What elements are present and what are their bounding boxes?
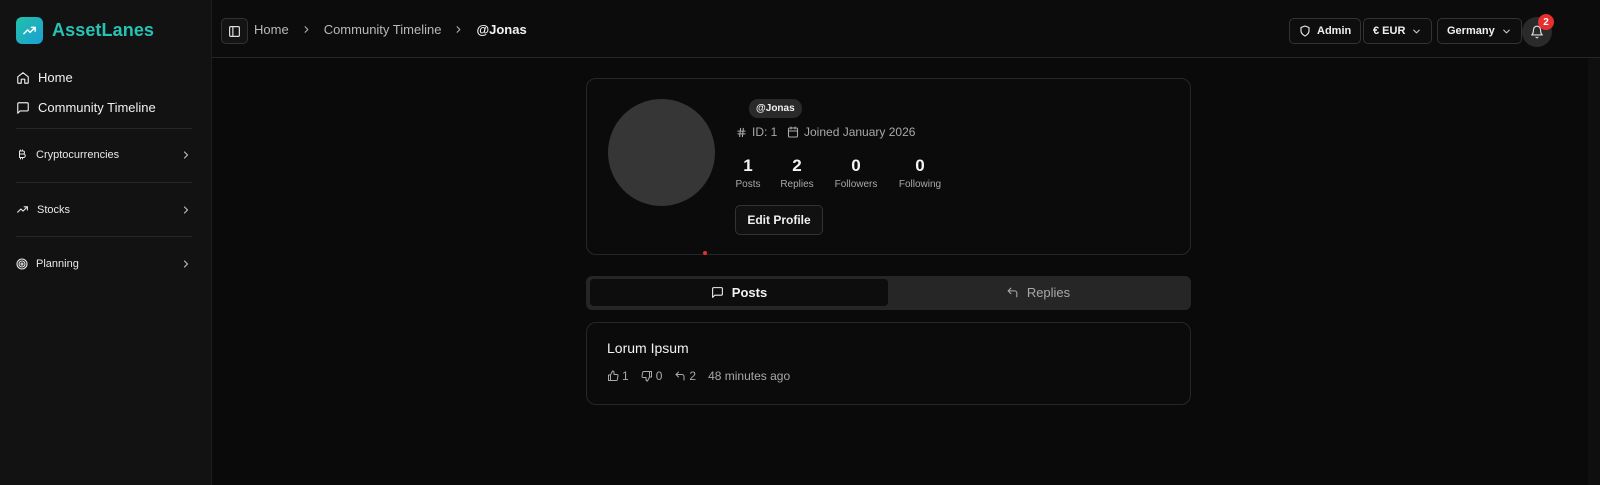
trending-up-icon	[16, 17, 43, 44]
stat-posts[interactable]: 1 Posts	[732, 156, 764, 190]
like-button[interactable]: 1	[607, 369, 629, 383]
bitcoin-icon	[19, 149, 26, 160]
scrollbar-track[interactable]	[1588, 58, 1600, 485]
divider	[16, 236, 192, 237]
sidebar-group-label: Stocks	[37, 203, 71, 216]
stat-label: Following	[898, 179, 942, 190]
breadcrumb: Home Community Timeline @Jonas	[254, 22, 527, 37]
post-title[interactable]: Lorum Ipsum	[607, 340, 689, 356]
home-icon	[17, 71, 29, 84]
joined-date: Joined January 2026	[787, 125, 915, 139]
sidebar: AssetLanes Home Community Timeline Crypt…	[0, 0, 212, 485]
status-dot	[703, 251, 707, 255]
content-tabs: Posts Replies	[586, 276, 1191, 310]
sidebar-item-home[interactable]: Home	[16, 70, 73, 85]
sidebar-group-label: Planning	[36, 258, 79, 270]
brand[interactable]: AssetLanes	[16, 17, 154, 44]
app: AssetLanes Home Community Timeline Crypt…	[0, 0, 1600, 485]
post-card[interactable]	[586, 322, 1191, 405]
calendar-icon	[787, 126, 799, 138]
avatar[interactable]	[608, 99, 715, 206]
chevron-right-icon	[183, 151, 189, 159]
trending-up-icon	[17, 206, 28, 213]
brand-name: AssetLanes	[52, 20, 155, 40]
stat-followers[interactable]: 0 Followers	[831, 156, 881, 190]
post-meta: 1 0 2 48 minutes ago	[607, 369, 790, 383]
country-select[interactable]: Germany	[1437, 18, 1522, 44]
chevron-right-icon	[183, 260, 189, 268]
notification-badge: 2	[1538, 14, 1554, 30]
sidebar-group-cryptocurrencies[interactable]: Cryptocurrencies	[16, 149, 192, 161]
thumbs-up-icon	[608, 370, 619, 381]
stat-label: Posts	[735, 179, 761, 190]
target-icon	[16, 258, 28, 270]
breadcrumb-current: @Jonas	[476, 22, 527, 37]
sidebar-item-community-timeline[interactable]: Community Timeline	[16, 100, 156, 115]
dislike-count: 0	[655, 369, 663, 383]
stat-value: 0	[851, 156, 861, 175]
user-id-text: ID: 1	[752, 125, 778, 139]
sidebar-toggle-button[interactable]	[221, 18, 248, 44]
user-id: ID: 1	[736, 125, 777, 139]
sidebar-group-label: Cryptocurrencies	[36, 149, 120, 161]
stat-label: Followers	[834, 179, 878, 190]
message-square-icon	[711, 287, 723, 298]
tab-label: Replies	[1026, 285, 1071, 300]
divider	[16, 128, 192, 129]
stat-value: 2	[792, 156, 802, 175]
tab-label: Posts	[731, 285, 768, 300]
chevron-down-icon	[1413, 29, 1421, 33]
breadcrumb-home[interactable]: Home	[254, 22, 289, 37]
stat-value: 0	[915, 156, 925, 175]
thumbs-down-icon	[641, 371, 652, 382]
sidebar-item-label: Community Timeline	[38, 100, 156, 115]
admin-button[interactable]: Admin	[1289, 18, 1362, 44]
country-value: Germany	[1447, 25, 1495, 37]
sidebar-item-label: Home	[38, 70, 73, 85]
reply-icon	[1007, 287, 1018, 298]
admin-label: Admin	[1317, 25, 1352, 37]
divider	[16, 182, 192, 183]
chevron-right-icon	[456, 26, 461, 33]
currency-select[interactable]: € EUR	[1363, 18, 1433, 44]
reply-button[interactable]: 2	[674, 369, 696, 383]
stat-value: 1	[743, 156, 753, 175]
hash-icon	[737, 127, 746, 137]
handle-badge: @Jonas	[749, 99, 802, 118]
stat-following[interactable]: 0 Following	[894, 156, 946, 190]
reply-count: 2	[689, 369, 697, 383]
chevron-right-icon	[183, 205, 189, 214]
post-timestamp: 48 minutes ago	[708, 369, 791, 383]
shield-icon	[1300, 25, 1310, 37]
chevron-right-icon	[304, 26, 309, 33]
reply-icon	[675, 371, 685, 381]
dislike-button[interactable]: 0	[641, 369, 663, 383]
stat-label: Replies	[780, 179, 814, 190]
tab-replies[interactable]: Replies	[889, 279, 1187, 306]
like-count: 1	[622, 369, 629, 383]
chevron-down-icon	[1502, 29, 1510, 33]
breadcrumb-community-timeline[interactable]: Community Timeline	[324, 22, 442, 37]
topbar: Home Community Timeline @Jonas Admin € E…	[212, 0, 1600, 58]
panel-left-icon	[229, 25, 240, 37]
tab-posts[interactable]: Posts	[590, 279, 888, 306]
stat-replies[interactable]: 2 Replies	[777, 156, 817, 190]
message-square-icon	[17, 101, 29, 114]
currency-value: € EUR	[1373, 25, 1406, 37]
sidebar-group-planning[interactable]: Planning	[16, 258, 192, 270]
sidebar-group-stocks[interactable]: Stocks	[16, 203, 192, 216]
edit-profile-button[interactable]: Edit Profile	[735, 205, 823, 235]
joined-text: Joined January 2026	[804, 125, 916, 139]
